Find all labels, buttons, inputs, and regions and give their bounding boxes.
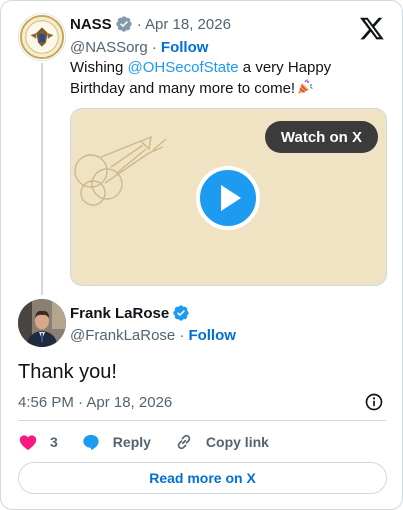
watch-on-x-button[interactable]: Watch on X bbox=[264, 121, 378, 153]
info-icon[interactable] bbox=[364, 392, 384, 412]
reply-tweet-text: Thank you! bbox=[18, 361, 117, 383]
party-popper-icon bbox=[298, 79, 313, 94]
reply-author-name[interactable]: Frank LaRose bbox=[70, 305, 169, 322]
parent-handle-row: @NASSorg · Follow bbox=[70, 37, 208, 57]
read-more-button[interactable]: Read more on X bbox=[18, 462, 387, 494]
reply-author-row: Frank LaRose bbox=[70, 303, 190, 323]
play-button[interactable] bbox=[196, 166, 260, 230]
parent-author-name[interactable]: NASS bbox=[70, 16, 112, 33]
parent-tweet-text: Wishing @OHSecofState a very Happy Birth… bbox=[70, 59, 332, 97]
like-button[interactable]: 3 bbox=[18, 432, 58, 452]
reply-handle-row: @FrankLaRose · Follow bbox=[70, 325, 236, 345]
tweet-actions: 3 Reply Copy link bbox=[18, 431, 292, 453]
frank-larose-avatar[interactable] bbox=[18, 299, 66, 347]
parent-date[interactable]: · Apr 18, 2026 bbox=[137, 16, 231, 33]
parent-handle[interactable]: @NASSorg · bbox=[70, 39, 157, 56]
reply-handle[interactable]: @FrankLaRose · bbox=[70, 327, 184, 344]
reply-follow-button[interactable]: Follow bbox=[188, 327, 236, 344]
reply-button[interactable]: Reply bbox=[81, 432, 151, 452]
reply-timestamp[interactable]: 4:56 PM · Apr 18, 2026 bbox=[18, 392, 172, 412]
divider bbox=[18, 420, 386, 421]
copy-link-button[interactable]: Copy link bbox=[174, 432, 269, 452]
play-icon bbox=[221, 185, 241, 211]
parent-author-row: NASS · Apr 18, 2026 bbox=[70, 14, 231, 34]
parent-follow-button[interactable]: Follow bbox=[161, 39, 209, 56]
mention-link[interactable]: @OHSecofState bbox=[128, 59, 239, 76]
video-media[interactable]: Watch on X bbox=[70, 108, 387, 286]
like-count: 3 bbox=[50, 434, 58, 450]
link-icon bbox=[177, 434, 191, 450]
x-logo-icon[interactable] bbox=[359, 15, 385, 41]
verified-badge-icon bbox=[173, 305, 189, 321]
nass-avatar[interactable] bbox=[18, 13, 66, 61]
embedded-tweet-card: NASS · Apr 18, 2026 @NASSorg · Follow Wi… bbox=[0, 0, 403, 510]
heart-icon bbox=[19, 435, 37, 450]
copy-link-label: Copy link bbox=[205, 434, 269, 450]
reply-bubble-icon bbox=[83, 434, 99, 451]
thread-connector-line bbox=[41, 63, 43, 295]
verified-badge-icon bbox=[116, 16, 132, 32]
reply-label: Reply bbox=[112, 434, 151, 450]
